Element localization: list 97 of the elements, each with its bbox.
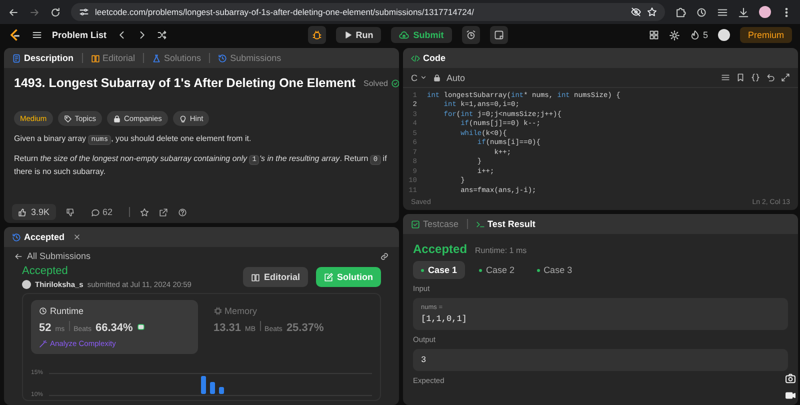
logo-icon[interactable]	[8, 28, 22, 42]
panel-tab[interactable]: Submissions	[218, 53, 282, 63]
help-icon[interactable]	[178, 208, 187, 216]
problem-title: 1493. Longest Subarray of 1's After Deleting One Element	[14, 76, 356, 90]
comments-button[interactable]: 62	[84, 206, 119, 218]
alarm-icon	[466, 30, 476, 40]
expand-icon[interactable]	[781, 73, 790, 82]
reload-icon[interactable]	[50, 6, 61, 18]
stat-value: 13.31	[214, 322, 242, 334]
notes-button[interactable]	[490, 26, 508, 44]
tag-icon[interactable]	[64, 114, 72, 122]
check-circle-icon	[390, 78, 399, 88]
panel-tab[interactable]: Editorial	[90, 53, 136, 63]
like-button[interactable]: 3.9K	[12, 204, 56, 220]
user-avatar[interactable]	[718, 29, 730, 41]
book-icon	[250, 272, 260, 282]
settings-icon[interactable]	[668, 30, 680, 40]
cloud-upload-icon	[399, 30, 410, 40]
submission-status: Accepted	[22, 265, 69, 277]
language-dropdown[interactable]: C	[411, 72, 426, 82]
caret-icon	[420, 74, 426, 81]
timer-button[interactable]	[462, 26, 480, 44]
download-icon[interactable]	[738, 6, 749, 18]
braces-icon[interactable]	[751, 73, 760, 82]
lock-icon	[432, 74, 440, 82]
flask-icon	[152, 54, 162, 62]
address-bar[interactable]: leetcode.com/problems/longest-subarray-of-1s-after-deleting-one-element/submissions/1317714724/	[71, 3, 665, 21]
link-icon[interactable]	[380, 252, 389, 260]
clock-icon	[12, 232, 21, 242]
wand-icon	[39, 340, 47, 348]
stat-label: Memory	[224, 306, 258, 316]
stat-label: Runtime	[50, 306, 84, 316]
note-icon	[494, 30, 504, 40]
thumbs-down-icon[interactable]	[66, 208, 75, 216]
mode-label: Auto	[446, 72, 466, 82]
result-status: Accepted	[413, 242, 468, 256]
chip-icon	[214, 307, 222, 315]
input-value: [1,1,0,1]	[421, 314, 468, 324]
badge-icon	[136, 323, 145, 331]
thumbs-up-icon	[18, 208, 27, 216]
output-value: 3	[421, 355, 428, 365]
share-icon[interactable]	[158, 208, 168, 216]
profile-avatar[interactable]	[759, 6, 771, 18]
bug-icon	[312, 30, 322, 40]
play-icon	[344, 31, 352, 39]
panel-tab[interactable]: Solutions	[152, 53, 202, 63]
runtime-label: Runtime: 1 ms	[475, 246, 527, 255]
eye-off-icon[interactable]	[631, 7, 641, 17]
panel-tab[interactable]: Testcase	[411, 219, 459, 229]
code-tab[interactable]: Code	[411, 53, 446, 63]
edit-icon	[324, 272, 333, 282]
bulb-icon[interactable]	[178, 114, 187, 122]
premium-button[interactable]: Premium	[740, 27, 792, 43]
problem-list-link[interactable]: Problem List	[52, 30, 107, 40]
camera-icon[interactable]	[785, 373, 796, 384]
shuffle-icon[interactable]	[156, 30, 167, 40]
panel-tab[interactable]: Description	[12, 53, 74, 63]
clock-icon	[218, 54, 228, 62]
debug-button[interactable]	[308, 26, 326, 44]
speech-bubble-icon	[90, 208, 100, 216]
layout-icon[interactable]	[648, 30, 659, 40]
puzzle-icon[interactable]	[675, 6, 686, 18]
case-tab[interactable]: Case 1	[413, 261, 466, 279]
beats-percent: 25.37%	[286, 322, 324, 334]
submit-button[interactable]: Submit	[391, 27, 452, 43]
star-icon[interactable]	[140, 208, 149, 216]
forward-icon[interactable]	[29, 6, 40, 18]
list-icon[interactable]	[32, 30, 42, 40]
close-icon[interactable]	[72, 233, 81, 241]
all-submissions-link[interactable]: All Submissions	[27, 251, 91, 261]
site-settings-icon[interactable]	[79, 7, 89, 17]
terminal-icon	[476, 220, 485, 228]
run-button[interactable]: Run	[336, 27, 382, 43]
lock-icon[interactable]	[112, 114, 121, 122]
list-icon[interactable]	[717, 6, 728, 18]
format-icon[interactable]	[721, 73, 730, 82]
solved-label: Solved	[364, 78, 388, 88]
panel-tab[interactable]: Test Result	[476, 219, 536, 229]
undo-icon[interactable]	[766, 73, 775, 82]
book-icon	[90, 54, 100, 62]
bookmark-icon[interactable]	[736, 73, 745, 82]
clock-icon	[39, 307, 47, 315]
user-avatar	[22, 280, 31, 289]
fire-icon[interactable]	[690, 30, 700, 40]
case-tab[interactable]: Case 2	[471, 261, 523, 279]
back-icon[interactable]	[8, 6, 19, 18]
document-icon	[12, 54, 21, 62]
back-icon[interactable]	[14, 252, 23, 260]
beats-percent: 66.34%	[96, 322, 133, 334]
case-tab[interactable]: Case 3	[528, 261, 580, 279]
streak-count: 5	[702, 30, 708, 40]
code-icon	[411, 54, 420, 62]
stat-value: 52	[39, 322, 52, 334]
accepted-tab[interactable]: Accepted	[12, 232, 65, 242]
editorial-button[interactable]: Editorial	[242, 267, 308, 287]
video-camera-icon[interactable]	[785, 390, 796, 401]
checkbox-icon	[411, 220, 420, 228]
